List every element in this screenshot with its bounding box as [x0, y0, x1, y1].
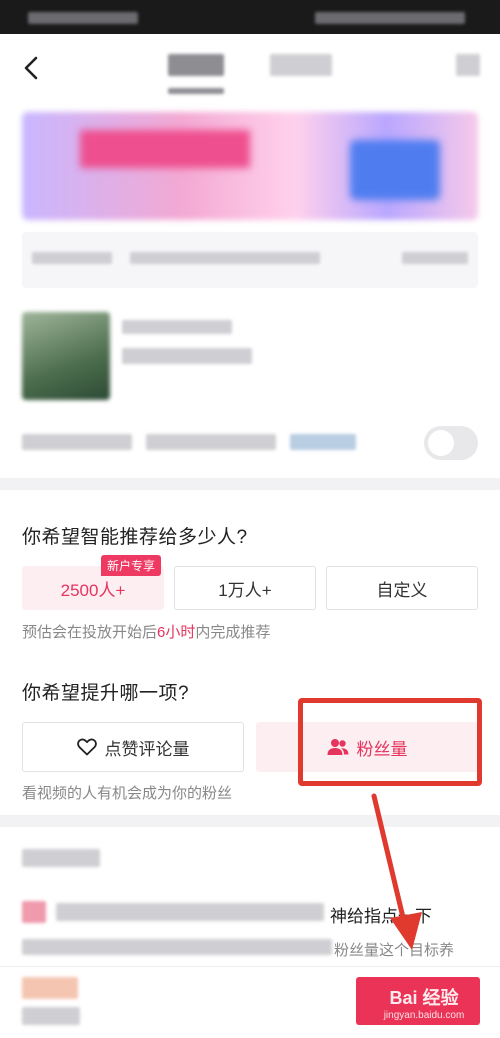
info-blur-3: [402, 252, 468, 264]
reach-option-2500[interactable]: 新户专享 2500人+: [22, 555, 164, 610]
video-card: [0, 100, 500, 478]
guide-line1-blur: [56, 903, 324, 921]
goal-option-label: 点赞评论量: [104, 739, 190, 759]
banner-blue-block: [350, 140, 440, 200]
reach-hint: 预估会在投放开始后6小时内完成推荐: [22, 621, 270, 642]
info-blur-2: [130, 252, 320, 264]
guide-line2-blur: [22, 939, 332, 955]
reach-hint-suffix: 内完成推荐: [195, 624, 271, 641]
goal-title: 你希望提升哪一项?: [22, 683, 190, 704]
pay-button[interactable]: [356, 977, 480, 1025]
video-title-blur: [122, 320, 232, 334]
reach-option-10k[interactable]: 1万人+: [174, 566, 316, 610]
reach-option-label: 1万人+: [218, 580, 272, 600]
nav-bar: [0, 34, 500, 100]
reach-hint-highlight: 6小时: [157, 624, 196, 641]
reach-option-custom[interactable]: 自定义: [326, 566, 478, 610]
new-user-badge: 新户专享: [100, 555, 161, 576]
annotation-highlight-box: [298, 698, 482, 786]
reach-option-label: 自定义: [376, 580, 428, 600]
video-desc-blur: [122, 348, 252, 364]
goal-hint: 看视频的人有机会成为你的粉丝: [22, 785, 233, 802]
video-thumbnail[interactable]: [22, 312, 110, 400]
footer-price-blur: [22, 1007, 80, 1025]
info-blur-1: [32, 252, 112, 264]
nav-right-blur[interactable]: [456, 54, 480, 76]
status-right-blur: [315, 12, 465, 24]
goal-option-likes[interactable]: 点赞评论量: [22, 722, 244, 772]
status-left-blur: [28, 12, 138, 24]
reach-option-label: 2500人+: [60, 580, 126, 600]
banner-pink-block: [80, 130, 250, 168]
status-bar: [0, 0, 500, 34]
chevron-left-icon[interactable]: [18, 54, 46, 82]
footer-bar: [0, 966, 500, 1038]
guide-line1-icon-blur: [22, 901, 46, 923]
info-row: [22, 232, 478, 288]
heart-icon: [76, 738, 97, 756]
nav-tab-blur-2[interactable]: [270, 54, 332, 76]
nav-tab-indicator: [168, 88, 224, 94]
reach-title: 你希望智能推荐给多少人?: [22, 527, 248, 548]
annotation-arrow-icon: [371, 793, 422, 950]
nav-tab-blur-1[interactable]: [168, 54, 224, 76]
option-row-blur-2: [146, 434, 276, 450]
option-row-blur-3: [290, 434, 356, 450]
toggle-switch[interactable]: [424, 426, 478, 460]
footer-coin-blur: [22, 977, 78, 999]
guide-title-blur: [22, 849, 100, 867]
option-row-blur-1: [22, 434, 132, 450]
reach-hint-prefix: 预估会在投放开始后: [22, 624, 158, 641]
